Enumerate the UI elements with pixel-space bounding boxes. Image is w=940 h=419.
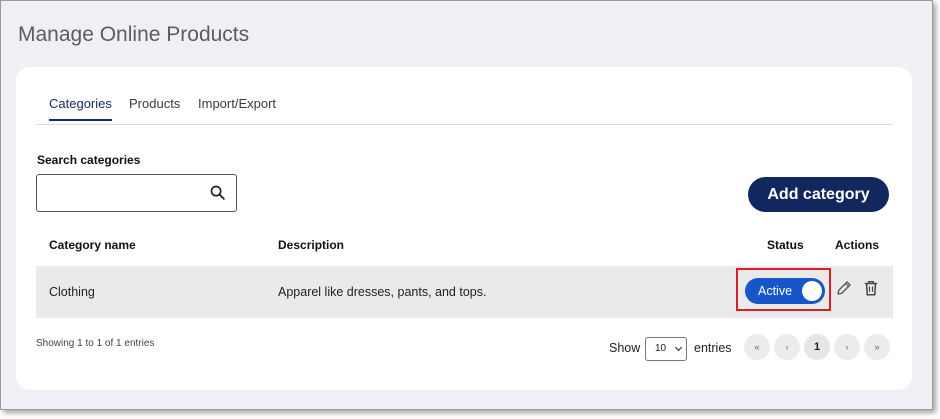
column-header-actions: Actions [835, 238, 880, 252]
first-page-button[interactable]: « [744, 334, 770, 360]
add-category-button[interactable]: Add category [748, 177, 889, 212]
delete-trash-icon[interactable] [862, 279, 880, 297]
previous-page-button[interactable]: ‹ [774, 334, 800, 360]
last-page-button[interactable]: » [864, 334, 890, 360]
toggle-knob [802, 281, 822, 301]
column-header-category-name: Category name [49, 238, 136, 252]
column-header-status: Status [767, 238, 804, 252]
entries-info: Showing 1 to 1 of 1 entries [36, 338, 155, 349]
search-icon[interactable] [209, 184, 226, 201]
entries-label: entries [694, 341, 732, 355]
page-size-select[interactable]: 10 [645, 337, 687, 361]
search-input[interactable] [43, 181, 207, 205]
search-field[interactable] [36, 174, 237, 212]
tab-import-export[interactable]: Import/Export [198, 96, 276, 119]
status-toggle[interactable]: Active [745, 278, 825, 304]
show-label: Show [609, 341, 641, 355]
page-size-value: 10 [655, 343, 667, 354]
app-window: Manage Online Products Categories Produc… [0, 0, 933, 410]
tab-categories[interactable]: Categories [49, 96, 112, 121]
chevron-down-icon [674, 346, 683, 352]
tab-bar: Categories Products Import/Export [37, 91, 892, 125]
status-toggle-label: Active [758, 284, 793, 298]
edit-pencil-icon[interactable] [835, 279, 853, 297]
table-row: Clothing Apparel like dresses, pants, an… [36, 266, 893, 318]
description-cell: Apparel like dresses, pants, and tops. [278, 285, 487, 299]
search-label: Search categories [37, 153, 141, 167]
column-header-description: Description [278, 238, 345, 252]
tab-products[interactable]: Products [129, 96, 180, 119]
page-title: Manage Online Products [18, 23, 250, 46]
page-1-button[interactable]: 1 [804, 334, 830, 360]
content-card: Categories Products Import/Export Search… [16, 67, 912, 390]
next-page-button[interactable]: › [834, 334, 860, 360]
category-name-cell: Clothing [49, 285, 95, 299]
